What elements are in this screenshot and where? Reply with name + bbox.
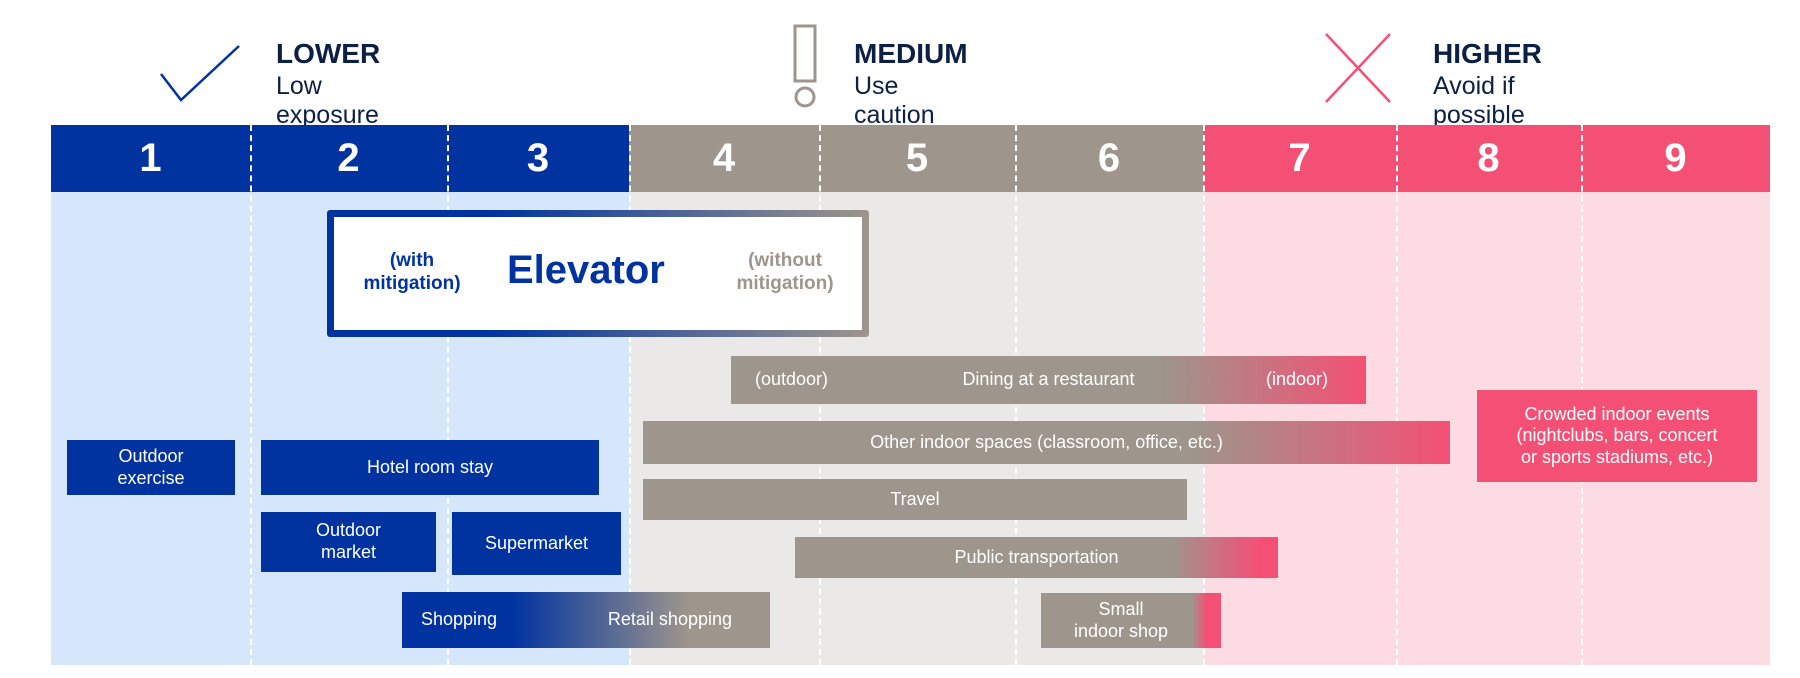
check-icon bbox=[160, 45, 240, 102]
dining-bar: (outdoor) Dining at a restaurant (indoor… bbox=[731, 356, 1366, 404]
dining-indoor-label: (indoor) bbox=[1265, 369, 1328, 390]
legend-subtitle: Low exposure bbox=[276, 72, 379, 129]
scale-cell-2: 2 bbox=[250, 125, 447, 192]
supermarket-bar: Supermarket bbox=[452, 512, 621, 575]
elevator-with-mitigation: (with mitigation) bbox=[363, 250, 461, 294]
elevator-without-mitigation: (without mitigation) bbox=[736, 250, 834, 294]
scale-cell-5: 5 bbox=[819, 125, 1015, 192]
scale-cell-3: 3 bbox=[447, 125, 629, 192]
divider bbox=[250, 125, 252, 665]
shopping-bar: Shopping Retail shopping bbox=[402, 592, 770, 648]
elevator-box: (with mitigation) Elevator (without miti… bbox=[327, 210, 869, 337]
scale-cell-6: 6 bbox=[1015, 125, 1203, 192]
retail-shopping-label: Retail shopping bbox=[607, 609, 732, 630]
legend-subtitle: Use caution bbox=[854, 72, 935, 129]
outdoor-exercise-bar: Outdoor exercise bbox=[67, 440, 235, 495]
scale-cell-4: 4 bbox=[629, 125, 819, 192]
elevator-title: Elevator bbox=[507, 248, 665, 292]
legend-title: HIGHER bbox=[1433, 38, 1542, 69]
dining-label: Dining at a restaurant bbox=[962, 369, 1135, 390]
legend-title: LOWER bbox=[276, 38, 381, 69]
scale-cell-8: 8 bbox=[1396, 125, 1581, 192]
exclamation-icon bbox=[793, 24, 817, 108]
shopping-label: Shopping bbox=[421, 609, 498, 630]
crowded-events-bar: Crowded indoor events (nightclubs, bars,… bbox=[1477, 390, 1757, 482]
public-transportation-bar: Public transportation bbox=[795, 537, 1278, 578]
other-indoor-bar: Other indoor spaces (classroom, office, … bbox=[643, 421, 1450, 464]
small-indoor-shop-bar: Small indoor shop bbox=[1041, 593, 1221, 648]
scale-cell-7: 7 bbox=[1203, 125, 1396, 192]
divider bbox=[447, 125, 449, 665]
x-icon bbox=[1325, 33, 1391, 103]
travel-bar: Travel bbox=[643, 479, 1187, 520]
scale-cell-9: 9 bbox=[1581, 125, 1770, 192]
outdoor-market-bar: Outdoor market bbox=[261, 512, 436, 572]
dining-outdoor-label: (outdoor) bbox=[755, 369, 829, 390]
scale-cell-1: 1 bbox=[51, 125, 250, 192]
legend-subtitle: Avoid if possible bbox=[1433, 72, 1525, 129]
divider bbox=[1396, 125, 1398, 665]
legend-title: MEDIUM bbox=[854, 38, 968, 69]
divider bbox=[629, 125, 631, 665]
hotel-room-bar: Hotel room stay bbox=[261, 440, 599, 495]
